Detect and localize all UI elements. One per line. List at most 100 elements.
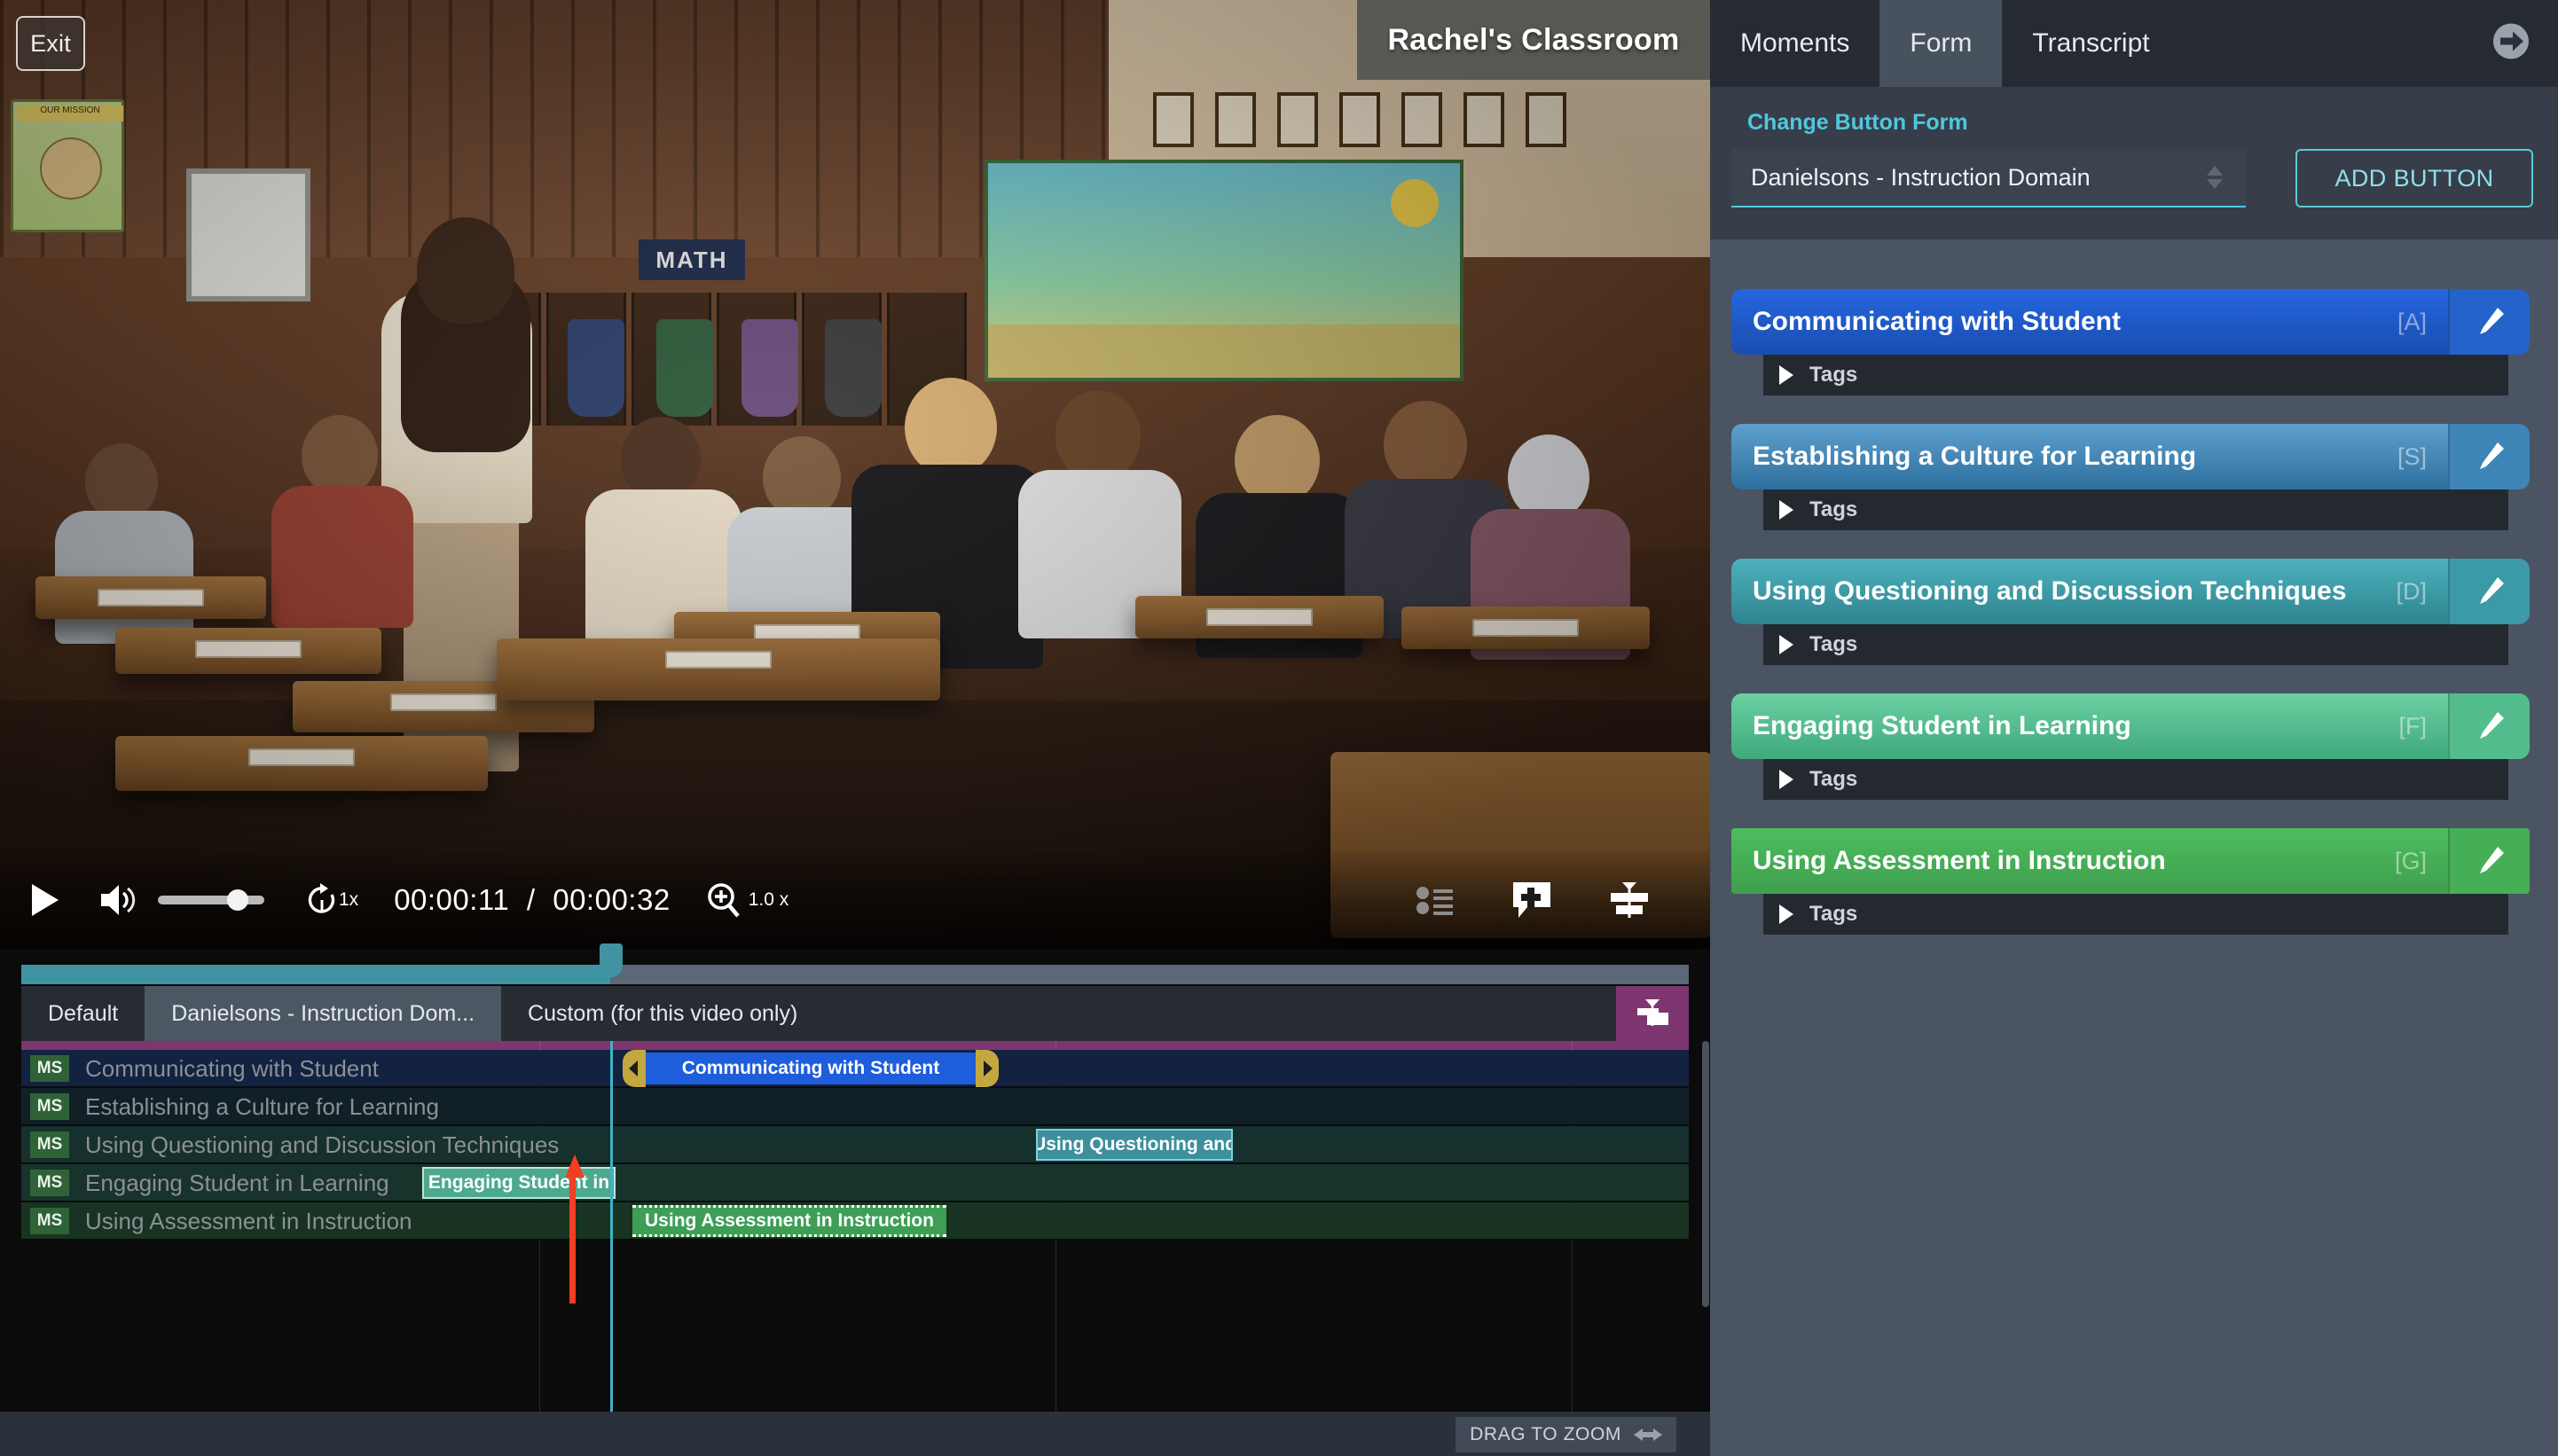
- chevron-right-icon: [1779, 365, 1793, 385]
- form-button-communicating-with-student[interactable]: Communicating with Student [A]: [1731, 289, 2448, 355]
- timeline-tab-label: Danielsons - Instruction Dom...: [171, 1000, 475, 1026]
- volume-icon[interactable]: [99, 882, 138, 918]
- tab-label: Form: [1910, 28, 1973, 58]
- form-button-using-questioning-and-discussion-techniques[interactable]: Using Questioning and Discussion Techniq…: [1731, 559, 2448, 624]
- volume-slider[interactable]: [158, 889, 264, 911]
- tags-row[interactable]: Tags: [1763, 759, 2508, 800]
- form-button-label: Communicating with Student: [1753, 307, 2121, 336]
- timeline-clip-label: Using Assessment in Instruction: [645, 1210, 934, 1231]
- app-root: OUR MISSION MATH Exit Rachel's Classroom…: [0, 0, 2558, 1456]
- video-scrubber[interactable]: [0, 943, 1710, 986]
- timeline-form-tabs: Default Danielsons - Instruction Dom... …: [21, 986, 1689, 1041]
- stepper-arrows-icon: [2207, 166, 2223, 189]
- tab-transcript[interactable]: Transcript: [2002, 0, 2179, 87]
- edit-button[interactable]: [2448, 559, 2530, 624]
- form-button-label: Using Assessment in Instruction: [1753, 846, 2166, 875]
- play-icon[interactable]: [30, 882, 60, 918]
- tags-row[interactable]: Tags: [1763, 894, 2508, 935]
- button-form-select[interactable]: Danielsons - Instruction Domain: [1731, 149, 2246, 207]
- add-button-label: ADD BUTTON: [2334, 164, 2494, 192]
- zoom-in-button[interactable]: 1.0 x: [706, 881, 789, 919]
- form-button-using-assessment-in-instruction[interactable]: Using Assessment in Instruction [G]: [1731, 828, 2448, 894]
- playback-speed-label: 1x: [339, 889, 359, 910]
- timeline-row[interactable]: MS Using Questioning and Discussion Tech…: [21, 1126, 1689, 1163]
- timeline-tab-default[interactable]: Default: [21, 986, 145, 1041]
- timeline-clip[interactable]: Using Assessment in Instruction: [632, 1205, 946, 1237]
- ms-badge: MS: [30, 1208, 69, 1234]
- chevron-right-icon: [1779, 635, 1793, 654]
- pencil-icon: [2480, 442, 2504, 469]
- timeline-row-name: Establishing a Culture for Learning: [85, 1092, 439, 1120]
- timeline-bottom-bar: DRAG TO ZOOM: [0, 1412, 1710, 1456]
- timeline-clip[interactable]: Using Questioning and: [1036, 1129, 1233, 1161]
- add-button-button[interactable]: ADD BUTTON: [2295, 149, 2533, 207]
- form-button-engaging-student-in-learning[interactable]: Engaging Student in Learning [F]: [1731, 693, 2448, 759]
- collapse-panel-icon[interactable]: [2491, 21, 2531, 67]
- align-center-icon[interactable]: [1609, 881, 1650, 920]
- playback-speed-button[interactable]: 1x: [307, 883, 358, 917]
- timeline-clip[interactable]: Engaging Student in: [422, 1167, 616, 1199]
- timeline-tab-label: Custom (for this video only): [528, 1000, 798, 1026]
- tags-label: Tags: [1809, 902, 1858, 926]
- form-button-hotkey: [F]: [2398, 712, 2428, 740]
- tags-label: Tags: [1809, 363, 1858, 387]
- timeline-scrollbar[interactable]: [1701, 1041, 1710, 1412]
- button-row: Using Questioning and Discussion Techniq…: [1731, 559, 2530, 624]
- timeline-row[interactable]: MS Establishing a Culture for Learning: [21, 1088, 1689, 1125]
- tags-row[interactable]: Tags: [1763, 489, 2508, 530]
- ms-badge: MS: [30, 1170, 69, 1196]
- ms-badge: MS: [30, 1093, 69, 1120]
- edit-button[interactable]: [2448, 424, 2530, 489]
- add-comment-icon[interactable]: [1511, 881, 1552, 920]
- timeline-clip-label: Communicating with Student: [681, 1058, 940, 1078]
- tab-form[interactable]: Form: [1879, 0, 2003, 87]
- button-row: Establishing a Culture for Learning [S]: [1731, 424, 2530, 489]
- button-row: Engaging Student in Learning [F]: [1731, 693, 2530, 759]
- video-title: Rachel's Classroom: [1357, 0, 1710, 80]
- snapshot-icon[interactable]: [1616, 986, 1689, 1041]
- drag-to-zoom-control[interactable]: DRAG TO ZOOM: [1456, 1417, 1676, 1452]
- button-form-select-value: Danielsons - Instruction Domain: [1751, 163, 2091, 191]
- timeline-body[interactable]: MS Communicating with Student Communicat…: [21, 1041, 1689, 1412]
- timeline-playhead[interactable]: [610, 1041, 613, 1412]
- volume-slider-knob[interactable]: [227, 889, 248, 911]
- edit-button[interactable]: [2448, 828, 2530, 894]
- timeline-row[interactable]: MS Using Assessment in Instruction Using…: [21, 1202, 1689, 1240]
- exit-button[interactable]: Exit: [16, 16, 85, 71]
- timeline-row-label: MS Using Assessment in Instruction: [21, 1202, 412, 1240]
- form-button-establishing-a-culture-for-learning[interactable]: Establishing a Culture for Learning [S]: [1731, 424, 2448, 489]
- timeline-row[interactable]: MS Engaging Student in Learning Engaging…: [21, 1164, 1689, 1202]
- list-view-icon[interactable]: [1416, 885, 1455, 915]
- tags-row[interactable]: Tags: [1763, 624, 2508, 665]
- total-time: 00:00:32: [553, 883, 671, 916]
- timeline-ruler[interactable]: [21, 1041, 1689, 1050]
- form-button-hotkey: [G]: [2394, 847, 2427, 874]
- left-pane: OUR MISSION MATH Exit Rachel's Classroom…: [0, 0, 1710, 1456]
- timeline-row[interactable]: MS Communicating with Student Communicat…: [21, 1050, 1689, 1087]
- edit-button[interactable]: [2448, 693, 2530, 759]
- timeline-tab-danielsons[interactable]: Danielsons - Instruction Dom...: [145, 986, 502, 1041]
- clip-handle-left[interactable]: [623, 1050, 646, 1087]
- edit-button[interactable]: [2448, 289, 2530, 355]
- pencil-icon: [2480, 847, 2504, 873]
- scrubber-track[interactable]: [21, 965, 1689, 984]
- tags-label: Tags: [1809, 632, 1858, 656]
- button-group: Using Assessment in Instruction [G] Tags: [1710, 828, 2558, 935]
- right-panel-tabs: Moments Form Transcript: [1710, 0, 2558, 87]
- tab-moments[interactable]: Moments: [1710, 0, 1879, 87]
- timeline-clip[interactable]: Communicating with Student: [646, 1053, 976, 1084]
- timeline-row-name: Using Questioning and Discussion Techniq…: [85, 1131, 560, 1158]
- playhead-marker[interactable]: [600, 943, 623, 977]
- timeline-row-label: MS Using Questioning and Discussion Tech…: [21, 1126, 559, 1163]
- form-button-hotkey: [S]: [2397, 442, 2427, 470]
- video-player[interactable]: OUR MISSION MATH Exit Rachel's Classroom…: [0, 0, 1710, 949]
- pencil-icon: [2480, 712, 2504, 739]
- tags-row[interactable]: Tags: [1763, 355, 2508, 395]
- pointer-arrow-annotation: [565, 1155, 585, 1303]
- form-button-label: Using Questioning and Discussion Techniq…: [1753, 576, 2347, 606]
- clip-handle-right[interactable]: [976, 1050, 999, 1087]
- timeline-row-label: MS Engaging Student in Learning: [21, 1164, 389, 1202]
- video-controls-right-group: [1416, 881, 1650, 920]
- timeline-scrollbar-thumb[interactable]: [1702, 1041, 1709, 1307]
- timeline-tab-custom[interactable]: Custom (for this video only): [501, 986, 824, 1041]
